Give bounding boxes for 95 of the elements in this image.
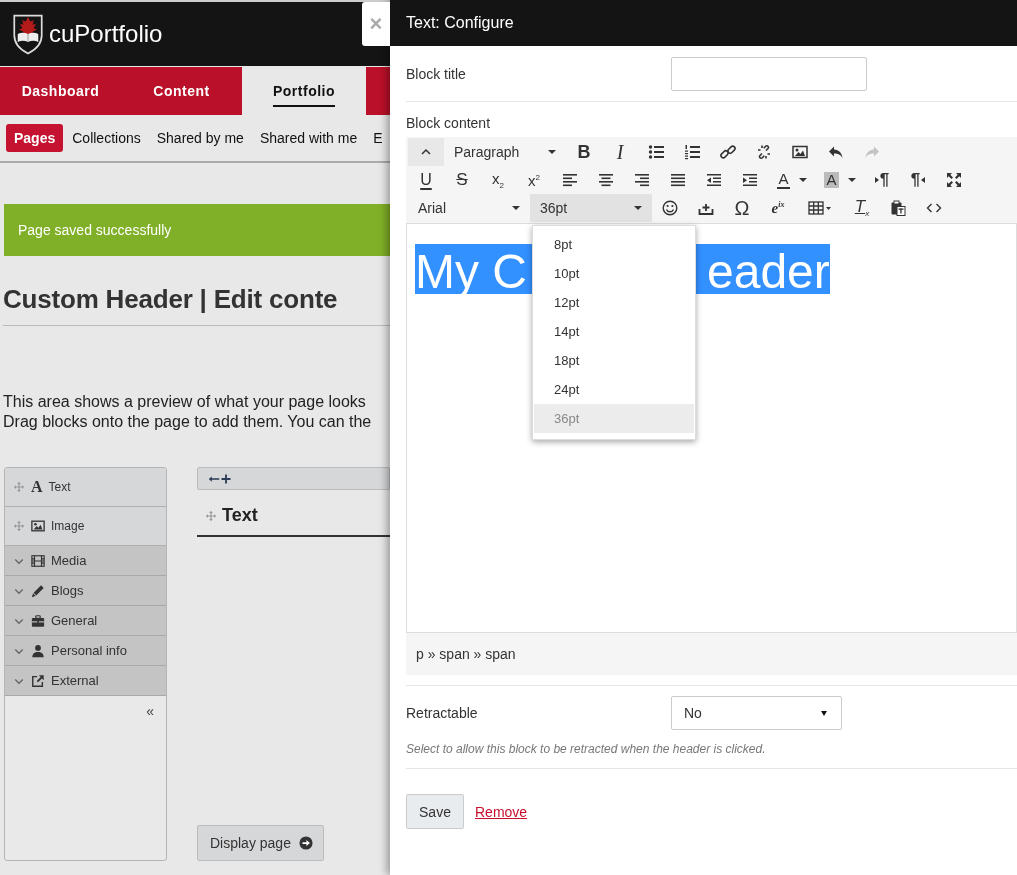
table-icon xyxy=(808,200,832,216)
numbered-list-icon xyxy=(684,144,700,160)
move-icon xyxy=(13,481,25,493)
film-icon xyxy=(31,553,45,568)
bold-button[interactable]: B xyxy=(566,138,602,166)
link-icon xyxy=(720,144,736,160)
briefcase-icon xyxy=(31,613,45,628)
element-path: p » span » span xyxy=(406,633,1017,675)
display-page-button[interactable]: Display page xyxy=(197,825,324,861)
external-link-icon xyxy=(31,673,45,688)
move-icon xyxy=(13,520,25,532)
fullscreen-icon xyxy=(946,172,962,188)
align-center-icon xyxy=(598,172,614,188)
panel-title: Text: Configure xyxy=(406,14,514,32)
site-name[interactable]: cuPortfolio xyxy=(49,20,163,48)
text-color-button[interactable]: A xyxy=(768,166,816,194)
palette-label: Blogs xyxy=(51,583,84,598)
block-title: Text xyxy=(222,505,258,526)
clipboard-icon xyxy=(890,200,906,216)
category-item[interactable]: External xyxy=(5,666,166,696)
success-message: Page saved successfully xyxy=(4,204,390,256)
sub-tab[interactable]: E xyxy=(365,124,390,152)
palette-label: Text xyxy=(48,480,71,494)
special-character-button[interactable]: Ω xyxy=(724,194,760,222)
menu-item[interactable]: 14pt xyxy=(534,317,694,346)
heading-text: eader xyxy=(707,245,830,298)
outdent-icon xyxy=(706,172,722,188)
sub-tab[interactable]: Shared by me xyxy=(148,124,252,152)
pencil-icon xyxy=(31,583,45,598)
nav-tab[interactable]: Content xyxy=(121,67,242,115)
intro-text: This area shows a preview of what your page looks xyxy=(3,392,367,412)
remove-link[interactable]: Remove xyxy=(475,803,528,820)
highlight-color-button[interactable]: A xyxy=(816,166,864,194)
toolbar-dropdown[interactable]: 36pt xyxy=(530,194,652,222)
category-item[interactable]: Media xyxy=(5,546,166,576)
field-label: Retractable xyxy=(406,705,479,721)
help-text: Select to allow this block to be retracted when the header is clicked. xyxy=(406,742,1017,769)
menu-item[interactable]: 18pt xyxy=(534,346,694,375)
field-label: Block title xyxy=(406,65,467,82)
block-title-input[interactable] xyxy=(671,56,867,91)
chevron-up-button[interactable] xyxy=(408,138,444,166)
image-icon xyxy=(31,519,45,533)
palette-item[interactable]: Image xyxy=(5,507,166,546)
plus-icon xyxy=(220,472,232,485)
palette-label: Image xyxy=(51,519,85,533)
sub-tab[interactable]: Collections xyxy=(64,124,149,152)
align-left-icon xyxy=(562,172,578,188)
palette-label: External xyxy=(51,673,99,688)
sub-tab[interactable]: Shared with me xyxy=(251,124,366,152)
left-to-right-button[interactable]: ¶ xyxy=(864,166,900,194)
crest-icon xyxy=(12,12,44,56)
palette-label: Personal info xyxy=(51,643,127,658)
collapse-button[interactable]: « xyxy=(142,703,158,719)
toolbar-dropdown[interactable]: Paragraph xyxy=(444,138,566,166)
menu-item[interactable]: 12pt xyxy=(534,288,694,317)
italic-button[interactable]: I xyxy=(602,138,638,166)
broken-link-icon xyxy=(756,144,772,160)
smiley-icon xyxy=(662,200,678,216)
toolbar-dropdown[interactable]: Arial xyxy=(408,194,530,222)
letter-icon: A xyxy=(31,478,43,496)
nav-tab[interactable]: Dashboard xyxy=(0,67,121,115)
image-icon xyxy=(792,144,808,160)
sub-tab[interactable]: Pages xyxy=(6,124,64,152)
align-justify-icon xyxy=(670,172,686,188)
category-item[interactable]: General xyxy=(5,606,166,636)
bullet-list-icon xyxy=(648,144,664,160)
equation-button[interactable]: e$^{ix}$ xyxy=(760,194,796,222)
menu-item[interactable]: 8pt xyxy=(534,230,694,259)
align-right-icon xyxy=(634,172,650,188)
category-item[interactable]: Personal info xyxy=(5,636,166,666)
retractable-select[interactable]: No xyxy=(671,696,842,730)
indent-icon xyxy=(742,172,758,188)
menu-item[interactable]: 24pt xyxy=(534,375,694,404)
intro-text: Drag blocks onto the page to add them. You can the xyxy=(3,412,373,432)
page-title: Custom Header | Edit conte xyxy=(3,284,390,326)
save-button[interactable]: Save xyxy=(406,794,464,829)
heading-text: My C xyxy=(415,245,527,298)
palette-label: Media xyxy=(51,553,87,568)
right-to-left-button[interactable]: ¶ xyxy=(900,166,936,194)
palette-label: General xyxy=(51,613,98,628)
arrow-circle-icon xyxy=(298,836,313,850)
strikethrough-button[interactable]: S xyxy=(444,166,480,194)
field-label: Block content xyxy=(406,114,492,133)
menu-item[interactable]: 10pt xyxy=(534,259,694,288)
subscript-button[interactable]: x$_{2}$ xyxy=(480,166,516,194)
redo-icon xyxy=(864,144,880,160)
category-item[interactable]: Blogs xyxy=(5,576,166,606)
nav-tab[interactable]: Portfolio xyxy=(242,67,366,115)
person-icon xyxy=(31,643,45,658)
undo-icon xyxy=(828,144,844,160)
palette-item[interactable]: A Text xyxy=(5,468,166,507)
underline-button[interactable]: U xyxy=(408,166,444,194)
clear-formatting-button[interactable]: T$_{x}$ xyxy=(844,194,880,222)
superscript-button[interactable]: x$^{2}$ xyxy=(516,166,552,194)
move-icon xyxy=(205,509,217,522)
